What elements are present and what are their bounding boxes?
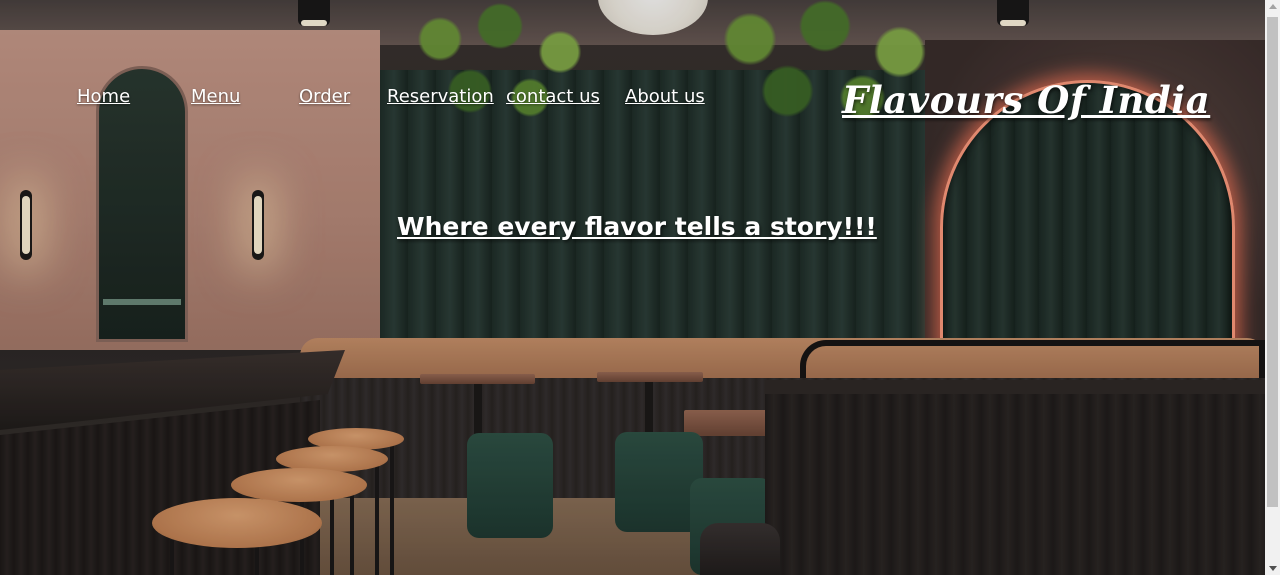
scroll-down-arrow-icon[interactable]: [1269, 566, 1277, 571]
vertical-scrollbar[interactable]: [1265, 0, 1280, 575]
brand-title: Flavours Of India: [842, 78, 1211, 122]
nav-link-reservation[interactable]: Reservation: [387, 86, 494, 107]
nav-link-menu[interactable]: Menu: [191, 86, 240, 107]
scroll-up-arrow-icon[interactable]: [1269, 4, 1277, 9]
scrollbar-thumb[interactable]: [1267, 17, 1278, 507]
hero-tagline: Where every flavor tells a story!!!: [397, 212, 877, 241]
nav-link-about-us[interactable]: About us: [625, 86, 705, 107]
nav-link-home[interactable]: Home: [77, 86, 130, 107]
nav-link-contact-us[interactable]: contact us: [506, 86, 600, 107]
nav-link-order[interactable]: Order: [299, 86, 350, 107]
